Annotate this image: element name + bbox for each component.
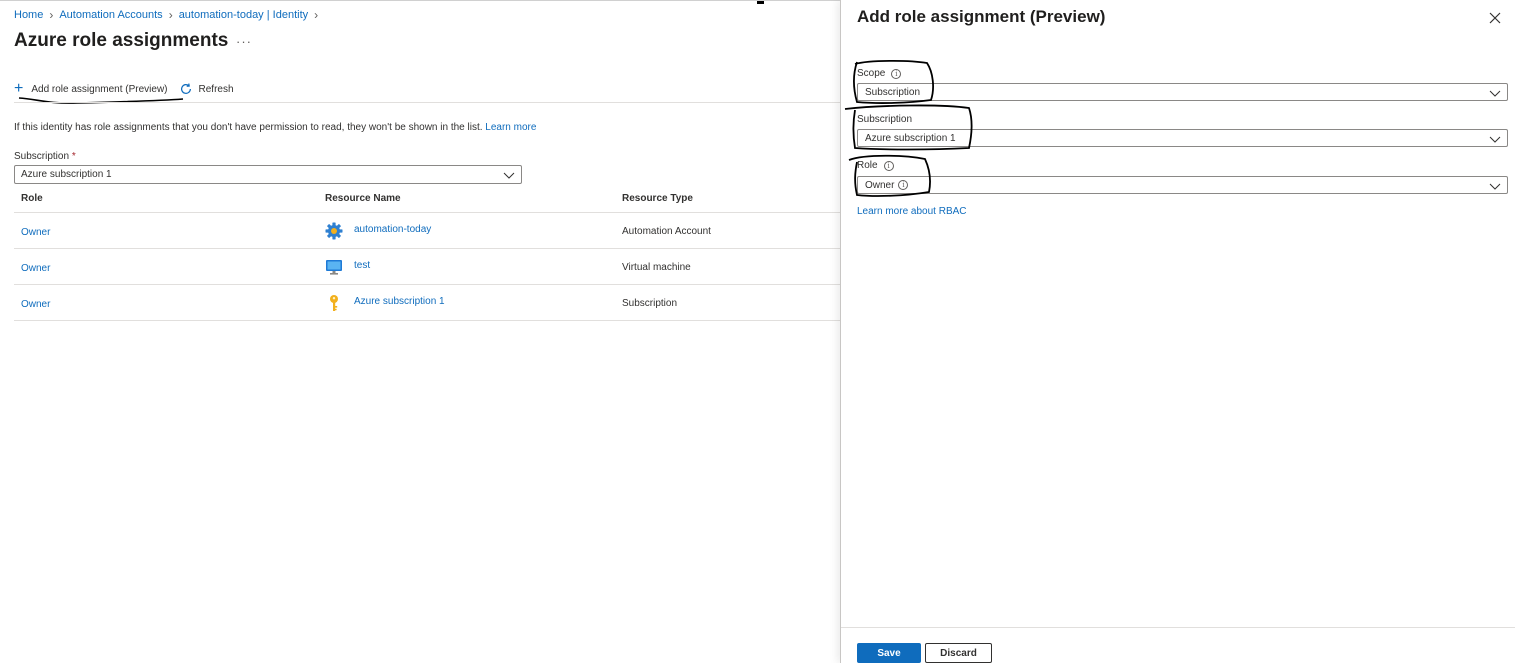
info-icon[interactable]: i: [891, 68, 902, 79]
subscription-label-text: Subscription: [857, 114, 913, 125]
chevron-down-icon: [503, 172, 515, 179]
chevron-down-icon: [1489, 90, 1501, 97]
breadcrumb-automation-accounts[interactable]: Automation Accounts: [59, 9, 162, 21]
role-dropdown[interactable]: Owner i: [857, 176, 1508, 194]
subscription-filter-value: Azure subscription 1: [21, 169, 112, 180]
panel-title: Add role assignment (Preview): [857, 7, 1106, 26]
scope-label: Scope i: [857, 68, 902, 79]
close-icon[interactable]: [1488, 11, 1502, 25]
more-options-button[interactable]: ···: [236, 34, 252, 49]
resource-name-link[interactable]: test: [354, 260, 370, 271]
chevron-down-icon: [1489, 183, 1501, 190]
role-value: Owner: [865, 179, 895, 191]
breadcrumb: Home › Automation Accounts › automation-…: [14, 8, 318, 22]
discard-button[interactable]: Discard: [925, 643, 992, 663]
role-assignments-table: Role Resource Name Resource Type Owner a…: [14, 185, 840, 321]
table-header: Role Resource Name Resource Type: [14, 185, 840, 213]
add-role-assignment-label: Add role assignment (Preview): [31, 83, 168, 95]
subscription-filter-dropdown[interactable]: Azure subscription 1: [14, 165, 522, 184]
permission-info-text: If this identity has role assignments th…: [14, 122, 536, 133]
resource-type: Subscription: [622, 298, 678, 309]
role-link[interactable]: Owner: [21, 263, 50, 274]
subscription-value: Azure subscription 1: [865, 132, 956, 144]
refresh-icon: [180, 83, 191, 94]
chevron-right-icon: ›: [314, 8, 319, 22]
learn-more-rbac-link[interactable]: Learn more about RBAC: [857, 206, 967, 217]
subscription-dropdown[interactable]: Azure subscription 1: [857, 129, 1508, 147]
breadcrumb-home[interactable]: Home: [14, 9, 43, 21]
permission-info-message: If this identity has role assignments th…: [14, 122, 483, 133]
role-label-text: Role: [857, 160, 878, 171]
column-header-role: Role: [21, 193, 43, 204]
breadcrumb-identity[interactable]: automation-today | Identity: [179, 9, 308, 21]
required-mark: *: [71, 151, 76, 162]
subscription-filter-label: Subscription *: [14, 151, 76, 162]
subscription-label: Subscription: [857, 114, 912, 125]
info-icon[interactable]: i: [883, 160, 894, 171]
annotation-underline: [18, 97, 184, 104]
chevron-right-icon: ›: [49, 8, 54, 22]
scope-value: Subscription: [865, 86, 921, 98]
footer-divider: [841, 627, 1515, 628]
resource-type: Virtual machine: [622, 262, 691, 273]
key-icon: [330, 295, 338, 311]
resource-name-link[interactable]: automation-today: [354, 224, 431, 235]
role-link[interactable]: Owner: [21, 299, 50, 310]
resource-type: Automation Account: [622, 226, 711, 237]
table-row: Owner test Virtual machine: [14, 249, 840, 285]
role-link[interactable]: Owner: [21, 227, 50, 238]
subscription-filter-label-text: Subscription: [14, 151, 70, 162]
table-row: Owner Azure subscription 1 Subscription: [14, 285, 840, 321]
scope-label-text: Scope: [857, 68, 886, 79]
refresh-button[interactable]: Refresh: [168, 82, 234, 96]
info-icon[interactable]: i: [898, 180, 909, 190]
screen: Home › Automation Accounts › automation-…: [0, 0, 1515, 663]
resource-name-link[interactable]: Azure subscription 1: [354, 296, 445, 307]
chevron-right-icon: ›: [168, 8, 173, 22]
scope-dropdown[interactable]: Subscription: [857, 83, 1508, 101]
chevron-down-icon: [1489, 136, 1501, 143]
table-row: Owner automation-today Automation Accoun…: [14, 213, 840, 249]
column-header-resource-name: Resource Name: [325, 193, 401, 204]
page-title: Azure role assignments: [14, 30, 229, 51]
toolbar-divider: [14, 102, 840, 103]
add-role-assignment-panel: Add role assignment (Preview) Scope i Su…: [840, 0, 1515, 663]
learn-more-link[interactable]: Learn more: [485, 122, 536, 133]
gear-icon: [325, 222, 343, 240]
column-header-resource-type: Resource Type: [622, 193, 693, 204]
save-button[interactable]: Save: [857, 643, 921, 663]
monitor-icon: [326, 260, 342, 275]
main-content: Home › Automation Accounts › automation-…: [0, 0, 840, 663]
refresh-label: Refresh: [198, 83, 234, 95]
role-label: Role i: [857, 160, 894, 171]
